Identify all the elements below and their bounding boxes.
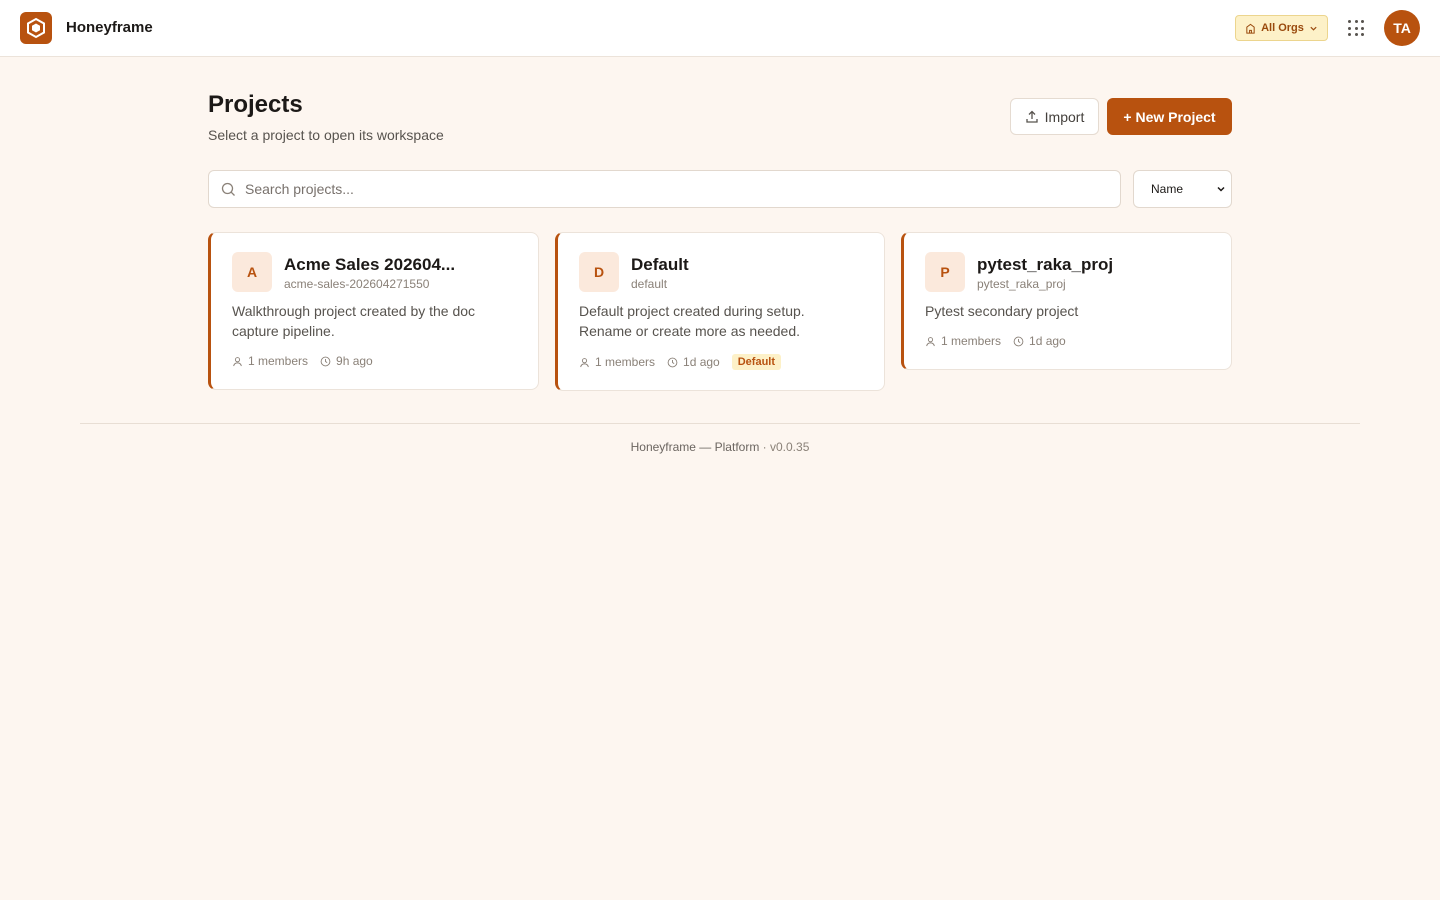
project-card[interactable]: D Default default Default project create…: [555, 232, 885, 391]
page-subtitle: Select a project to open its workspace: [208, 127, 444, 143]
project-meta: 1 members 9h ago: [232, 354, 373, 368]
clock-icon: [1013, 336, 1024, 346]
page-title: Projects: [208, 91, 303, 118]
app-logo-icon[interactable]: [20, 12, 52, 44]
project-updated: 1d ago: [683, 355, 720, 369]
project-initial-badge: A: [232, 252, 272, 292]
project-members: 1 members: [248, 354, 309, 368]
search-box: [208, 170, 1121, 208]
search-input[interactable]: [245, 171, 1105, 207]
chevron-down-icon: [1217, 186, 1225, 192]
import-button-label: Import: [1044, 108, 1085, 125]
project-slug: acme-sales-202604271550: [284, 277, 430, 291]
user-icon: [926, 336, 935, 346]
app-name: Honeyframe: [66, 19, 153, 36]
project-updated: 1d ago: [1029, 334, 1066, 348]
sort-selected-value: Name: [1151, 182, 1184, 196]
footer-version: · v0.0.35: [762, 440, 810, 454]
apps-grid-icon[interactable]: [1348, 20, 1364, 36]
upload-icon: [1026, 110, 1038, 123]
org-switcher-label: All Orgs: [1261, 22, 1304, 34]
top-bar: Honeyframe All Orgs TA: [0, 0, 1440, 57]
project-initial-badge: P: [925, 252, 965, 292]
user-icon: [233, 356, 242, 366]
project-description: Walkthrough project created by the doc c…: [232, 303, 476, 339]
user-icon: [580, 357, 589, 367]
import-button[interactable]: Import: [1010, 98, 1099, 135]
project-slug: default: [631, 277, 668, 291]
project-slug: pytest_raka_proj: [977, 277, 1066, 291]
project-description: Default project created during setup. Re…: [579, 303, 805, 339]
project-meta: 1 members 1d ago: [925, 334, 1066, 348]
project-name: Acme Sales 202604...: [284, 255, 456, 274]
project-meta: 1 members 1d ago Default: [579, 354, 782, 370]
project-initial-badge: D: [579, 252, 619, 292]
default-project-tag: Default: [731, 354, 782, 370]
clock-icon: [320, 356, 331, 366]
project-description: Pytest secondary project: [925, 303, 1079, 319]
chevron-down-icon: [1310, 26, 1317, 31]
user-avatar[interactable]: TA: [1384, 10, 1420, 46]
project-name: pytest_raka_proj: [977, 255, 1114, 274]
footer: Honeyframe — Platform · v0.0.35: [0, 440, 1440, 454]
clock-icon: [667, 357, 678, 367]
footer-text: Honeyframe — Platform: [630, 440, 760, 454]
search-icon: [221, 182, 235, 196]
project-card[interactable]: P pytest_raka_proj pytest_raka_proj Pyte…: [901, 232, 1232, 370]
project-card[interactable]: A Acme Sales 202604... acme-sales-202604…: [208, 232, 539, 390]
footer-divider: [80, 423, 1360, 424]
building-icon: [1246, 23, 1255, 34]
project-name: Default: [631, 255, 689, 274]
project-updated: 9h ago: [336, 354, 373, 368]
org-switcher-button[interactable]: All Orgs: [1235, 15, 1328, 41]
project-members: 1 members: [941, 334, 1002, 348]
project-members: 1 members: [595, 355, 656, 369]
sort-select[interactable]: Name: [1133, 170, 1232, 208]
new-project-button[interactable]: + New Project: [1107, 98, 1232, 135]
